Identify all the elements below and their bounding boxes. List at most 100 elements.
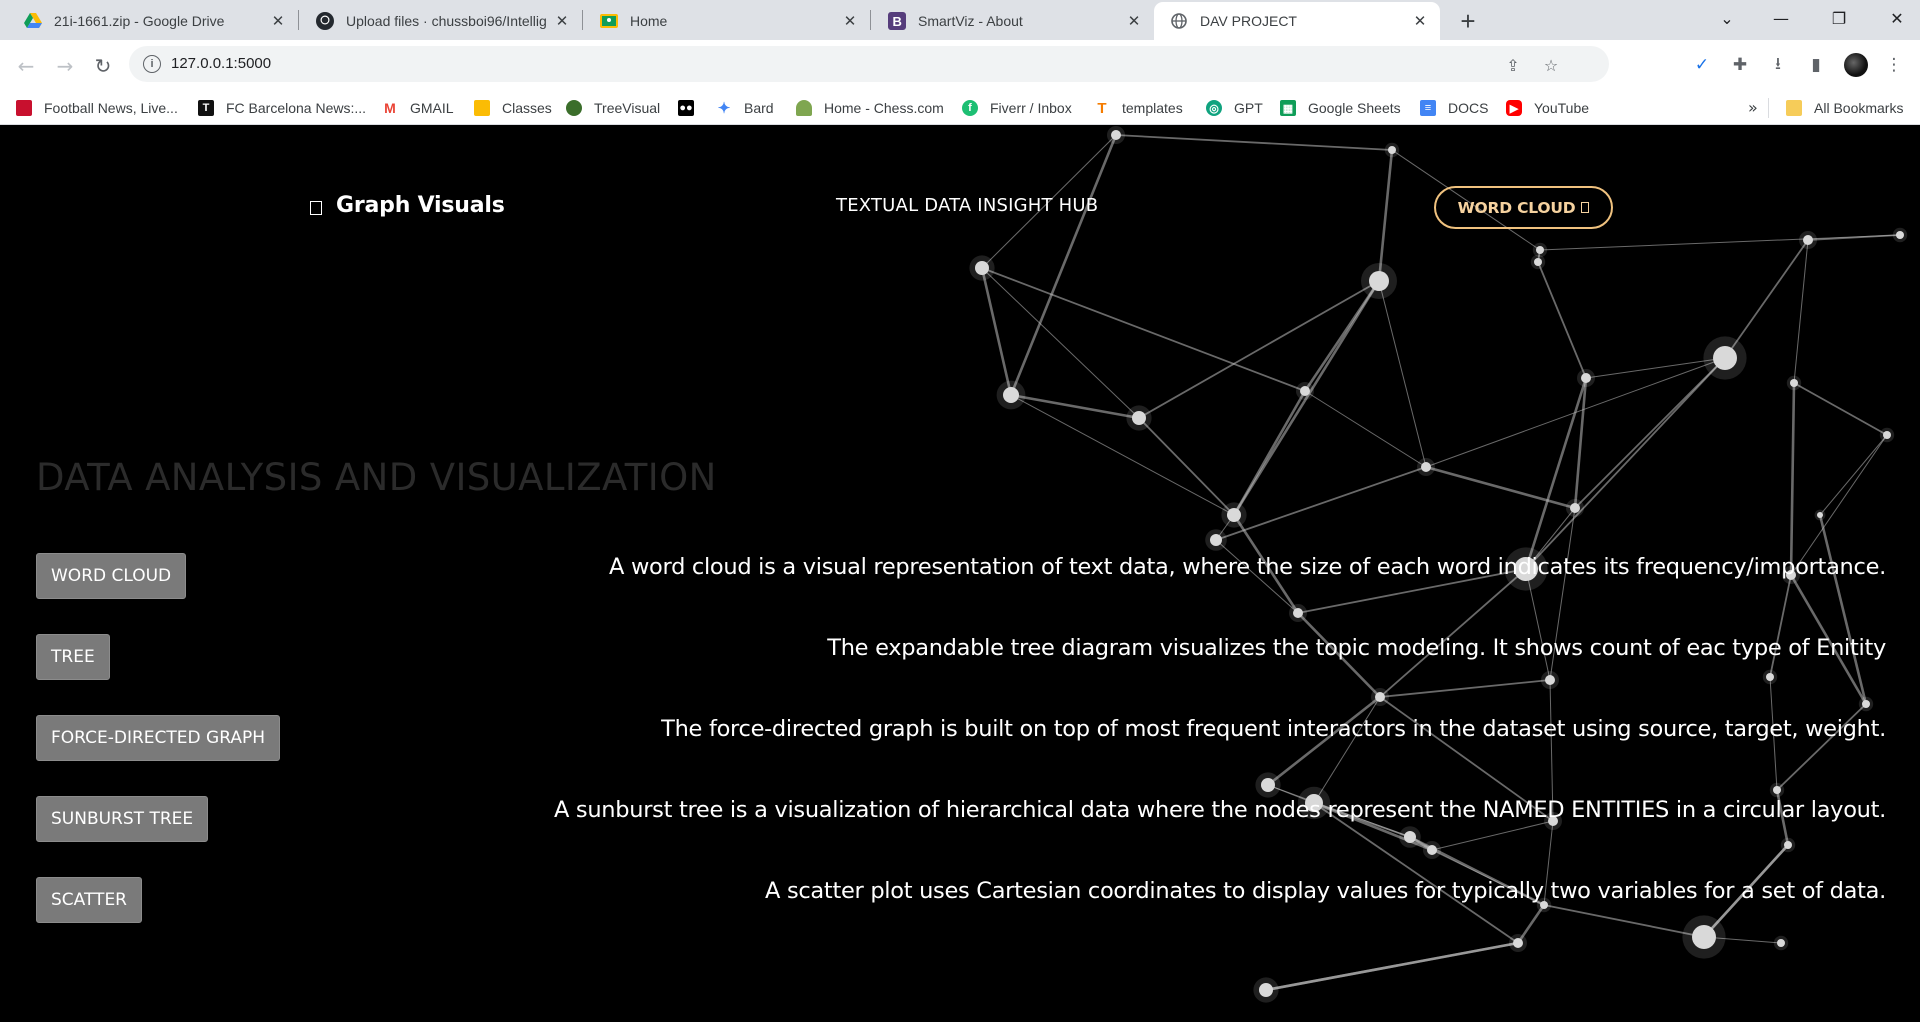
brand-name: Graph Visuals bbox=[336, 193, 505, 218]
network-node bbox=[1259, 983, 1273, 997]
classroom-icon bbox=[600, 12, 618, 30]
network-edge bbox=[1819, 434, 1888, 516]
tab-title: 21i-1661.zip - Google Drive bbox=[54, 13, 225, 29]
network-edge bbox=[1304, 390, 1427, 468]
tab-dav-project[interactable]: DAV PROJECT ✕ bbox=[1154, 2, 1440, 40]
extension-icon[interactable]: ✓ bbox=[1690, 53, 1714, 77]
close-icon[interactable]: ✕ bbox=[840, 11, 860, 31]
bookmark-item[interactable]: f Fiverr / Inbox bbox=[962, 97, 1072, 119]
network-edge bbox=[1377, 149, 1394, 282]
force-directed-graph-description: The force-directed graph is built on top… bbox=[661, 716, 1886, 742]
new-tab-button[interactable]: + bbox=[1454, 6, 1482, 36]
close-icon[interactable]: ✕ bbox=[552, 11, 572, 31]
bookmark-item[interactable]: ◎ GPT bbox=[1206, 97, 1263, 119]
side-panel-icon[interactable]: ▮ bbox=[1804, 53, 1828, 77]
network-edge bbox=[1431, 820, 1554, 851]
all-bookmarks-button[interactable]: All Bookmarks bbox=[1786, 97, 1903, 119]
menu-icon[interactable]: ⋮ bbox=[1882, 53, 1906, 77]
google-drive-icon bbox=[24, 12, 42, 30]
bookmark-item[interactable]: ≡ DOCS bbox=[1420, 97, 1488, 119]
network-edge bbox=[981, 267, 1306, 392]
bookmark-label: templates bbox=[1122, 100, 1183, 116]
bookmark-item[interactable]: M GMAIL bbox=[382, 97, 454, 119]
barca-icon: T bbox=[198, 100, 214, 116]
forward-button[interactable]: → bbox=[51, 52, 79, 80]
bookmark-item[interactable]: ▶ YouTube bbox=[1506, 97, 1589, 119]
network-node bbox=[1581, 373, 1591, 383]
close-window-button[interactable]: ✕ bbox=[1874, 0, 1920, 36]
network-node bbox=[1692, 925, 1716, 949]
network-node bbox=[1375, 692, 1385, 702]
bookmark-item[interactable]: ●● bbox=[678, 97, 694, 119]
network-edge bbox=[1009, 134, 1118, 396]
network-edge bbox=[1525, 357, 1726, 570]
close-icon[interactable]: ✕ bbox=[268, 11, 288, 31]
football-icon bbox=[16, 100, 32, 116]
gmail-icon: M bbox=[382, 100, 398, 116]
toolbar: ← → ↻ i 127.0.0.1:5000 ⇪ ☆ ✓ ✚ ⭳ ▮ ⋮ bbox=[0, 40, 1920, 90]
network-edge bbox=[1574, 357, 1726, 509]
close-icon[interactable]: ✕ bbox=[1124, 11, 1144, 31]
tab-google-drive[interactable]: 21i-1661.zip - Google Drive ✕ bbox=[8, 2, 298, 40]
minimize-button[interactable]: — bbox=[1758, 0, 1804, 36]
bookmark-item[interactable]: ▦ Google Sheets bbox=[1280, 97, 1401, 119]
bookmark-item[interactable]: Ttemplates bbox=[1094, 97, 1183, 119]
tree-button[interactable]: TREE bbox=[36, 634, 110, 680]
network-node bbox=[1261, 778, 1275, 792]
bookmark-label: TreeVisual bbox=[594, 100, 661, 116]
page-title: DATA ANALYSIS AND VISUALIZATION bbox=[36, 456, 717, 499]
bookmark-item[interactable]: Classes bbox=[474, 97, 552, 119]
download-icon[interactable]: ⭳ bbox=[1766, 53, 1790, 77]
bookmark-label: Home - Chess.com bbox=[824, 100, 944, 116]
hub-title: TEXTUAL DATA INSIGHT HUB bbox=[836, 195, 1099, 216]
network-edge bbox=[1313, 696, 1381, 804]
tab-separator bbox=[582, 10, 583, 30]
bookmarks-overflow-button[interactable]: » bbox=[1748, 98, 1758, 117]
tab-title: Upload files · chussboi96/Intellig bbox=[346, 13, 547, 29]
close-icon[interactable]: ✕ bbox=[1410, 11, 1430, 31]
scatter-button[interactable]: SCATTER bbox=[36, 877, 142, 923]
word-cloud-button[interactable]: WORD CLOUD bbox=[36, 553, 187, 599]
page-content: Graph Visuals TEXTUAL DATA INSIGHT HUB W… bbox=[0, 125, 1920, 1022]
tree-icon bbox=[566, 100, 582, 116]
tab-home[interactable]: Home ✕ bbox=[584, 2, 870, 40]
back-button[interactable]: ← bbox=[12, 52, 40, 80]
sunburst-tree-button[interactable]: SUNBURST TREE bbox=[36, 796, 209, 842]
bookmark-star-icon[interactable]: ☆ bbox=[1541, 55, 1561, 75]
share-icon[interactable]: ⇪ bbox=[1503, 55, 1523, 75]
bookmark-item[interactable]: TreeVisual bbox=[566, 97, 660, 119]
brand[interactable]: Graph Visuals bbox=[310, 193, 505, 218]
network-node bbox=[1784, 841, 1792, 849]
bookmark-item[interactable]: Home - Chess.com bbox=[796, 97, 944, 119]
network-node bbox=[1862, 700, 1870, 708]
url-text: 127.0.0.1:5000 bbox=[171, 55, 272, 72]
network-edge bbox=[1789, 382, 1796, 576]
bookmark-label: GMAIL bbox=[410, 100, 454, 116]
network-node bbox=[1293, 608, 1303, 618]
network-node bbox=[1369, 271, 1389, 291]
bookmark-label: DOCS bbox=[1448, 100, 1489, 116]
site-info-icon[interactable]: i bbox=[143, 55, 161, 73]
force-directed-graph-button[interactable]: FORCE-DIRECTED GRAPH bbox=[36, 715, 280, 761]
word-cloud-header-button[interactable]: WORD CLOUD bbox=[1434, 186, 1613, 229]
avatar[interactable] bbox=[1844, 53, 1868, 77]
bookmark-item[interactable]: ✦ Bard bbox=[716, 97, 774, 119]
bookmark-item[interactable]: Football News, Live... bbox=[16, 97, 178, 119]
network-edge bbox=[1138, 417, 1235, 516]
address-bar[interactable]: i 127.0.0.1:5000 ⇪ ☆ bbox=[129, 46, 1609, 82]
network-node bbox=[1777, 939, 1785, 947]
tab-search-icon[interactable]: ⌄ bbox=[1704, 0, 1750, 36]
network-node bbox=[1132, 411, 1146, 425]
tab-smartviz[interactable]: B SmartViz - About ✕ bbox=[872, 2, 1154, 40]
reload-button[interactable]: ↻ bbox=[89, 52, 117, 80]
tab-github[interactable]: Upload files · chussboi96/Intellig ✕ bbox=[300, 2, 582, 40]
bookmark-item[interactable]: T FC Barcelona News:... bbox=[198, 97, 366, 119]
restore-button[interactable]: ❐ bbox=[1816, 0, 1862, 36]
tree-description: The expandable tree diagram visualizes t… bbox=[827, 635, 1886, 661]
bookmarks-bar: Football News, Live... T FC Barcelona New… bbox=[0, 90, 1920, 125]
network-node bbox=[1404, 831, 1416, 843]
network-edge bbox=[1818, 514, 1868, 705]
network-edge bbox=[1265, 941, 1519, 992]
fiverr-icon: f bbox=[962, 100, 978, 116]
puzzle-icon[interactable]: ✚ bbox=[1728, 53, 1752, 77]
